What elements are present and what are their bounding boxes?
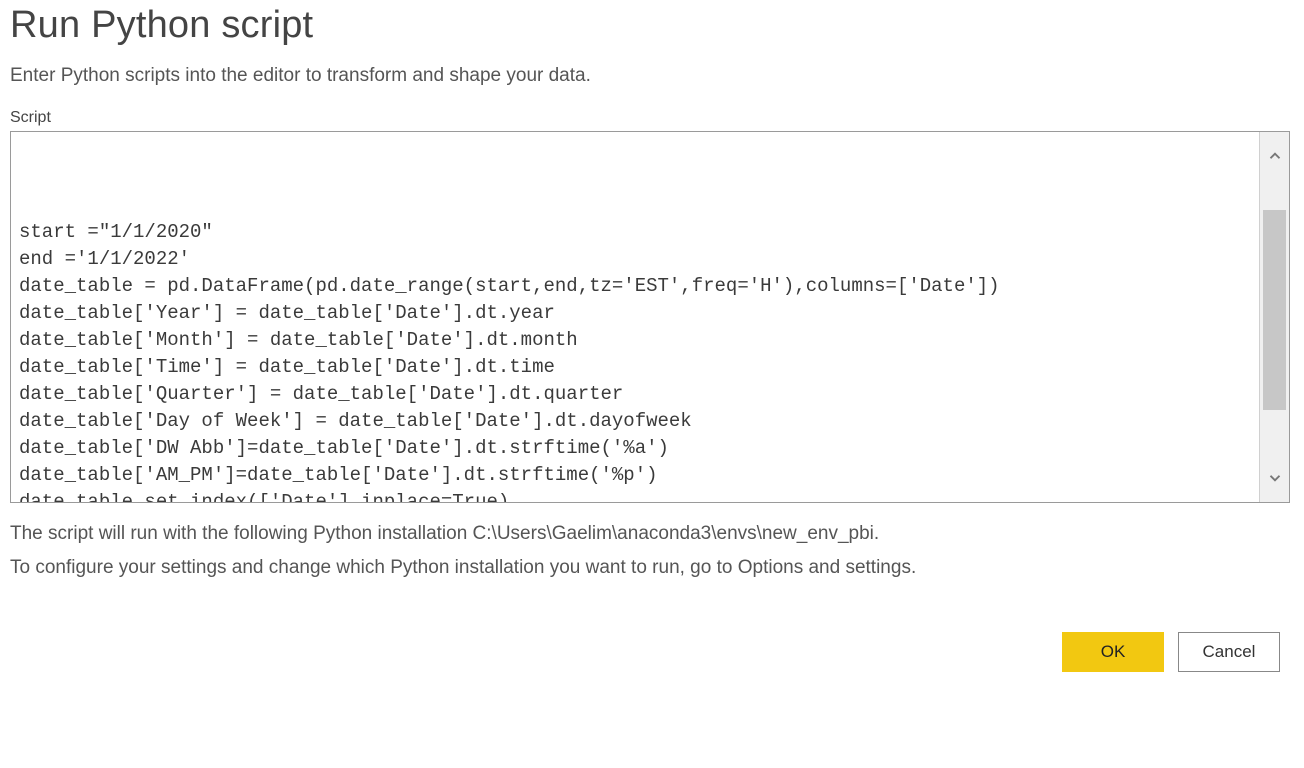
chevron-up-icon	[1266, 147, 1284, 165]
python-install-info: The script will run with the following P…	[10, 519, 1294, 549]
code-line: date_table['Year'] = date_table['Date'].…	[19, 300, 1251, 327]
dialog-button-row: OK Cancel	[10, 632, 1294, 672]
dialog-title: Run Python script	[10, 4, 1294, 47]
scroll-down-button[interactable]	[1260, 454, 1289, 502]
chevron-down-icon	[1266, 469, 1284, 487]
code-line: date_table['Quarter'] = date_table['Date…	[19, 381, 1251, 408]
cancel-button[interactable]: Cancel	[1178, 632, 1280, 672]
script-editor[interactable]: start ="1/1/2020"end ='1/1/2022'date_tab…	[10, 131, 1290, 503]
code-line: date_table['Month'] = date_table['Date']…	[19, 327, 1251, 354]
scroll-up-button[interactable]	[1260, 132, 1289, 180]
scroll-track[interactable]	[1260, 180, 1289, 454]
vertical-scrollbar[interactable]	[1259, 132, 1289, 502]
code-line: date_table['Day of Week'] = date_table['…	[19, 408, 1251, 435]
script-field-label: Script	[10, 109, 1294, 127]
code-line: start ="1/1/2020"	[19, 219, 1251, 246]
code-line: date_table['AM_PM']=date_table['Date'].d…	[19, 462, 1251, 489]
code-line: date_table.set_index(['Date'],inplace=Tr…	[19, 489, 1251, 502]
code-line: date_table['Time'] = date_table['Date'].…	[19, 354, 1251, 381]
run-python-script-dialog: Run Python script Enter Python scripts i…	[0, 4, 1304, 682]
code-line: date_table['DW Abb']=date_table['Date'].…	[19, 435, 1251, 462]
code-line: end ='1/1/2022'	[19, 246, 1251, 273]
script-editor-textarea[interactable]: start ="1/1/2020"end ='1/1/2022'date_tab…	[11, 132, 1259, 502]
ok-button[interactable]: OK	[1062, 632, 1164, 672]
code-line: date_table = pd.DataFrame(pd.date_range(…	[19, 273, 1251, 300]
dialog-subtitle: Enter Python scripts into the editor to …	[10, 65, 1294, 87]
scroll-thumb[interactable]	[1263, 210, 1286, 410]
python-settings-hint: To configure your settings and change wh…	[10, 553, 1294, 583]
